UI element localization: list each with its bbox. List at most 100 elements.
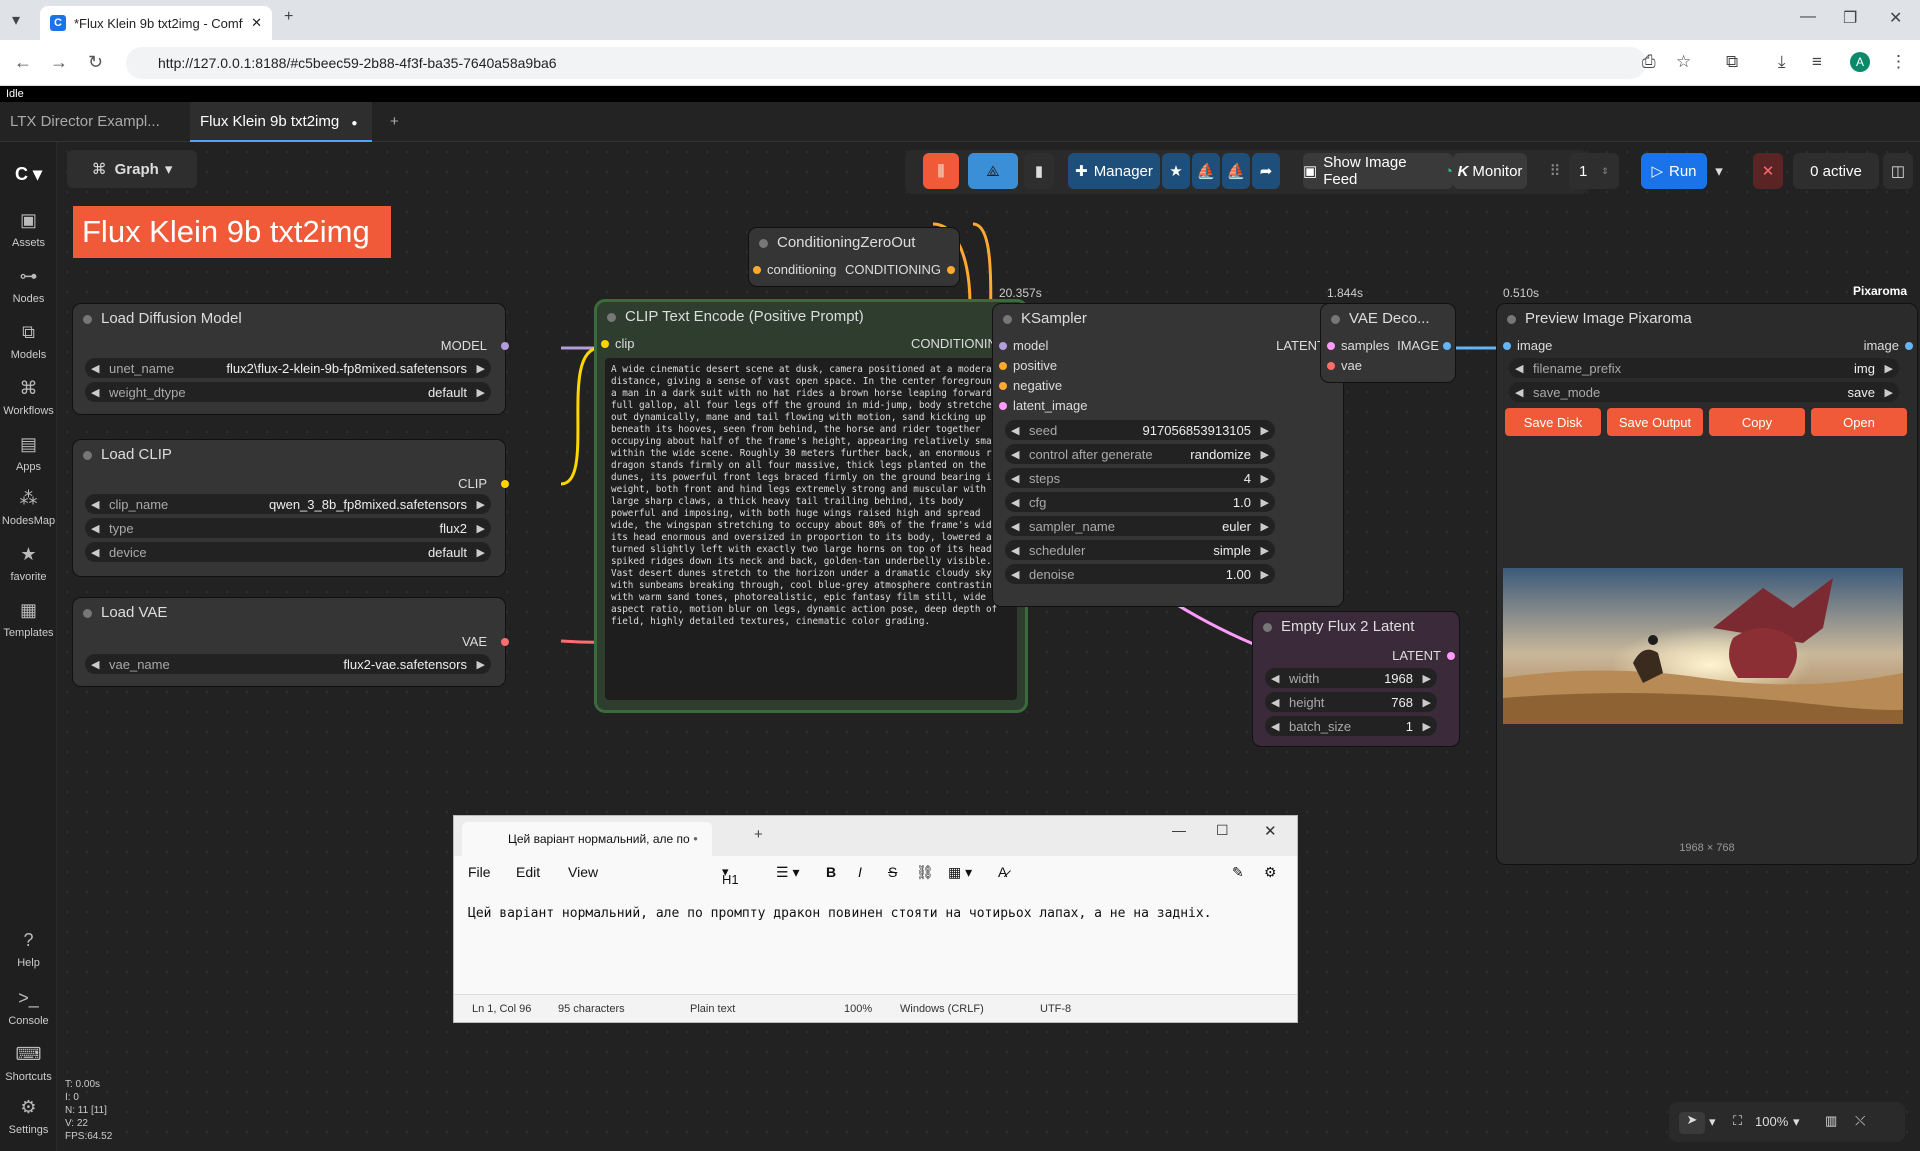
strikethrough-icon[interactable]: S [888,864,897,880]
sidebar-item-workflows[interactable]: ⌘ Workflows [0,378,57,417]
widget-seed[interactable]: seed 917056853913105 [1005,420,1275,440]
menu-file[interactable]: File [468,864,491,880]
input-latent-dot[interactable] [999,402,1007,410]
graph-mode-button[interactable]: ⌘ Graph ▾ [67,150,197,188]
link-icon[interactable]: ⛓ [916,864,934,881]
bold-icon[interactable]: B [826,864,836,880]
input-samples-dot[interactable] [1327,342,1335,350]
sidebar-item-templates[interactable]: ▦ Templates [0,600,57,639]
minimap-icon[interactable]: ▥ [1825,1113,1837,1129]
reload-icon[interactable]: ↻ [88,52,103,73]
pointer-tool-icon[interactable]: ➤ [1679,1112,1705,1134]
back-icon[interactable]: ← [14,52,32,73]
widget-vae-name[interactable]: vae_name flux2-vae.safetensors [85,654,491,674]
widget-cfg[interactable]: cfg 1.0 [1005,492,1275,512]
widget-height[interactable]: height 768 [1265,692,1437,712]
share-button[interactable]: ➦ [1252,153,1280,189]
node-conditioning-zero-out[interactable]: ConditioningZeroOut conditioning CONDITI… [749,228,959,286]
widget-unet-name[interactable]: unet_name flux2\flux-2-klein-9b-fp8mixed.… [85,358,491,378]
download-icon[interactable]: ⤓ [1778,52,1786,72]
toggle-panel-button[interactable]: ◫ [1883,153,1913,189]
heading-dropdown[interactable]: H1 ▾ [722,864,739,887]
zoom-chevron-icon[interactable]: ▾ [1793,1114,1800,1130]
output-image-dot[interactable] [1443,342,1451,350]
copilot-icon[interactable]: ✎ [1232,864,1244,881]
node-load-clip[interactable]: Load CLIP CLIP clip_name qwen_3_8b_fp8mix… [73,440,509,576]
node-load-diffusion-model[interactable]: Load Diffusion Model MODEL unet_name flux… [73,304,509,414]
input-conditioning-dot[interactable] [753,266,761,274]
prompt-textarea[interactable]: A wide cinematic desert scene at dusk, c… [605,358,1017,700]
drag-handle-icon[interactable]: ⠿ [1545,153,1565,189]
browser-menu-icon[interactable]: ⋮ [1890,52,1907,72]
sidebar-item-models[interactable]: ⧉ Models [0,322,57,361]
forward-icon[interactable]: → [50,52,68,73]
node-ksampler[interactable]: KSampler model positive negative latent_… [993,304,1343,606]
widget-weight-dtype[interactable]: weight_dtype default [85,382,491,402]
notepad-window[interactable]: ▤ Цей варіант нормальний, але по● + — ☐ … [453,815,1298,1023]
widget-device[interactable]: device default [85,542,491,562]
node-empty-flux2-latent[interactable]: Empty Flux 2 Latent LATENT width 1968 hei… [1253,612,1459,746]
add-workflow-tab-icon[interactable]: + [380,102,409,142]
menu-view[interactable]: View [568,864,598,880]
notepad-tab[interactable]: Цей варіант нормальний, але по ● [462,822,712,856]
list-dropdown-icon[interactable]: ☰ ▾ [776,864,799,881]
open-button[interactable]: Open [1811,408,1907,436]
tab-flux-klein[interactable]: Flux Klein 9b txt2img ● [190,102,372,142]
tab-ltx-director[interactable]: LTX Director Exampl... [0,102,190,142]
widget-steps[interactable]: steps 4 [1005,468,1275,488]
bookmark-star-icon[interactable]: ☆ [1676,52,1691,72]
input-model-dot[interactable] [999,342,1007,350]
node-preview-image-pixaroma[interactable]: Preview Image Pixaroma image image filen… [1497,304,1917,864]
close-icon[interactable]: ✕ [1264,822,1277,840]
widget-clip-name[interactable]: clip_name qwen_3_8b_fp8mixed.safetensors [85,494,491,514]
sidebar-item-settings[interactable]: ⚙ Settings [0,1097,57,1136]
sidebar-item-help[interactable]: ? Help [0,930,57,969]
node-load-vae[interactable]: Load VAE VAE vae_name flux2-vae.safetenso… [73,598,509,686]
run-options-chevron-icon[interactable]: ▾ [1709,153,1729,189]
widget-scheduler[interactable]: scheduler simple [1005,540,1275,560]
comfy-logo-icon[interactable]: C ▾ [0,164,57,191]
maximize-icon[interactable]: ☐ [1216,822,1229,839]
close-window-icon[interactable]: ✕ [1889,8,1902,28]
widget-control-after-generate[interactable]: control after generate randomize [1005,444,1275,464]
tool-chevron-icon[interactable]: ▾ [1709,1114,1716,1130]
extensions-icon[interactable]: ⧉ [1726,52,1738,72]
browser-tab[interactable]: C *Flux Klein 9b txt2img - ComfyUI ✕ [40,6,272,40]
node-clip-text-encode[interactable]: CLIP Text Encode (Positive Prompt) clip … [597,302,1025,710]
widget-width[interactable]: width 1968 [1265,668,1437,688]
reading-list-icon[interactable]: ≡ [1812,52,1822,72]
sidebar-item-apps[interactable]: ▤ Apps [0,434,57,473]
install-app-icon[interactable]: ⎙ [1642,52,1656,72]
notepad-text-area[interactable]: Цей варіант нормальний, але по промпту д… [468,906,1212,921]
output-image-dot[interactable] [1905,342,1913,350]
node-vae-decode[interactable]: VAE Deco... samples vae IMAGE [1321,304,1455,382]
input-vae-dot[interactable] [1327,362,1335,370]
update-tool-button[interactable]: ⛵ [1222,153,1250,189]
widget-denoise[interactable]: denoise 1.00 [1005,564,1275,584]
active-jobs-button[interactable]: 0 active [1793,153,1879,189]
save-output-button[interactable]: Save Output [1607,408,1703,436]
output-latent-dot[interactable] [1447,652,1455,660]
save-disk-button[interactable]: Save Disk [1505,408,1601,436]
close-tab-icon[interactable]: ✕ [251,15,262,31]
widget-filename-prefix[interactable]: filename_prefix img [1509,358,1899,378]
tab-search-icon[interactable]: ▾ [12,10,20,30]
url-field[interactable]: http://127.0.0.1:8188/#c5beec59-2b88-4f3… [126,47,1646,79]
widget-batch-size[interactable]: batch_size 1 [1265,716,1437,736]
output-clip-dot[interactable] [501,480,509,488]
new-tab-icon[interactable]: + [284,8,293,26]
fit-view-icon[interactable]: ⛶ [1733,1113,1742,1129]
new-tab-icon[interactable]: + [754,826,763,843]
table-dropdown-icon[interactable]: ▦ ▾ [948,864,972,881]
zoom-level[interactable]: 100% [1755,1114,1788,1129]
minimize-icon[interactable]: — [1172,822,1186,838]
sidebar-item-favorite[interactable]: ★ favorite [0,544,57,583]
sidebar-item-console[interactable]: >_ Console [0,988,57,1027]
link-visibility-icon[interactable]: ⤬ [1855,1113,1865,1129]
manager-button[interactable]: ✚ Manager [1068,153,1160,189]
minimize-icon[interactable]: — [1800,8,1816,26]
sidebar-item-assets[interactable]: ▣ Assets [0,210,57,249]
cancel-run-button[interactable]: ✕ [1753,153,1783,189]
sidebar-item-nodes[interactable]: ⊶ Nodes [0,266,57,305]
sidebar-item-nodesmap[interactable]: ⁂ NodesMap [0,488,57,527]
